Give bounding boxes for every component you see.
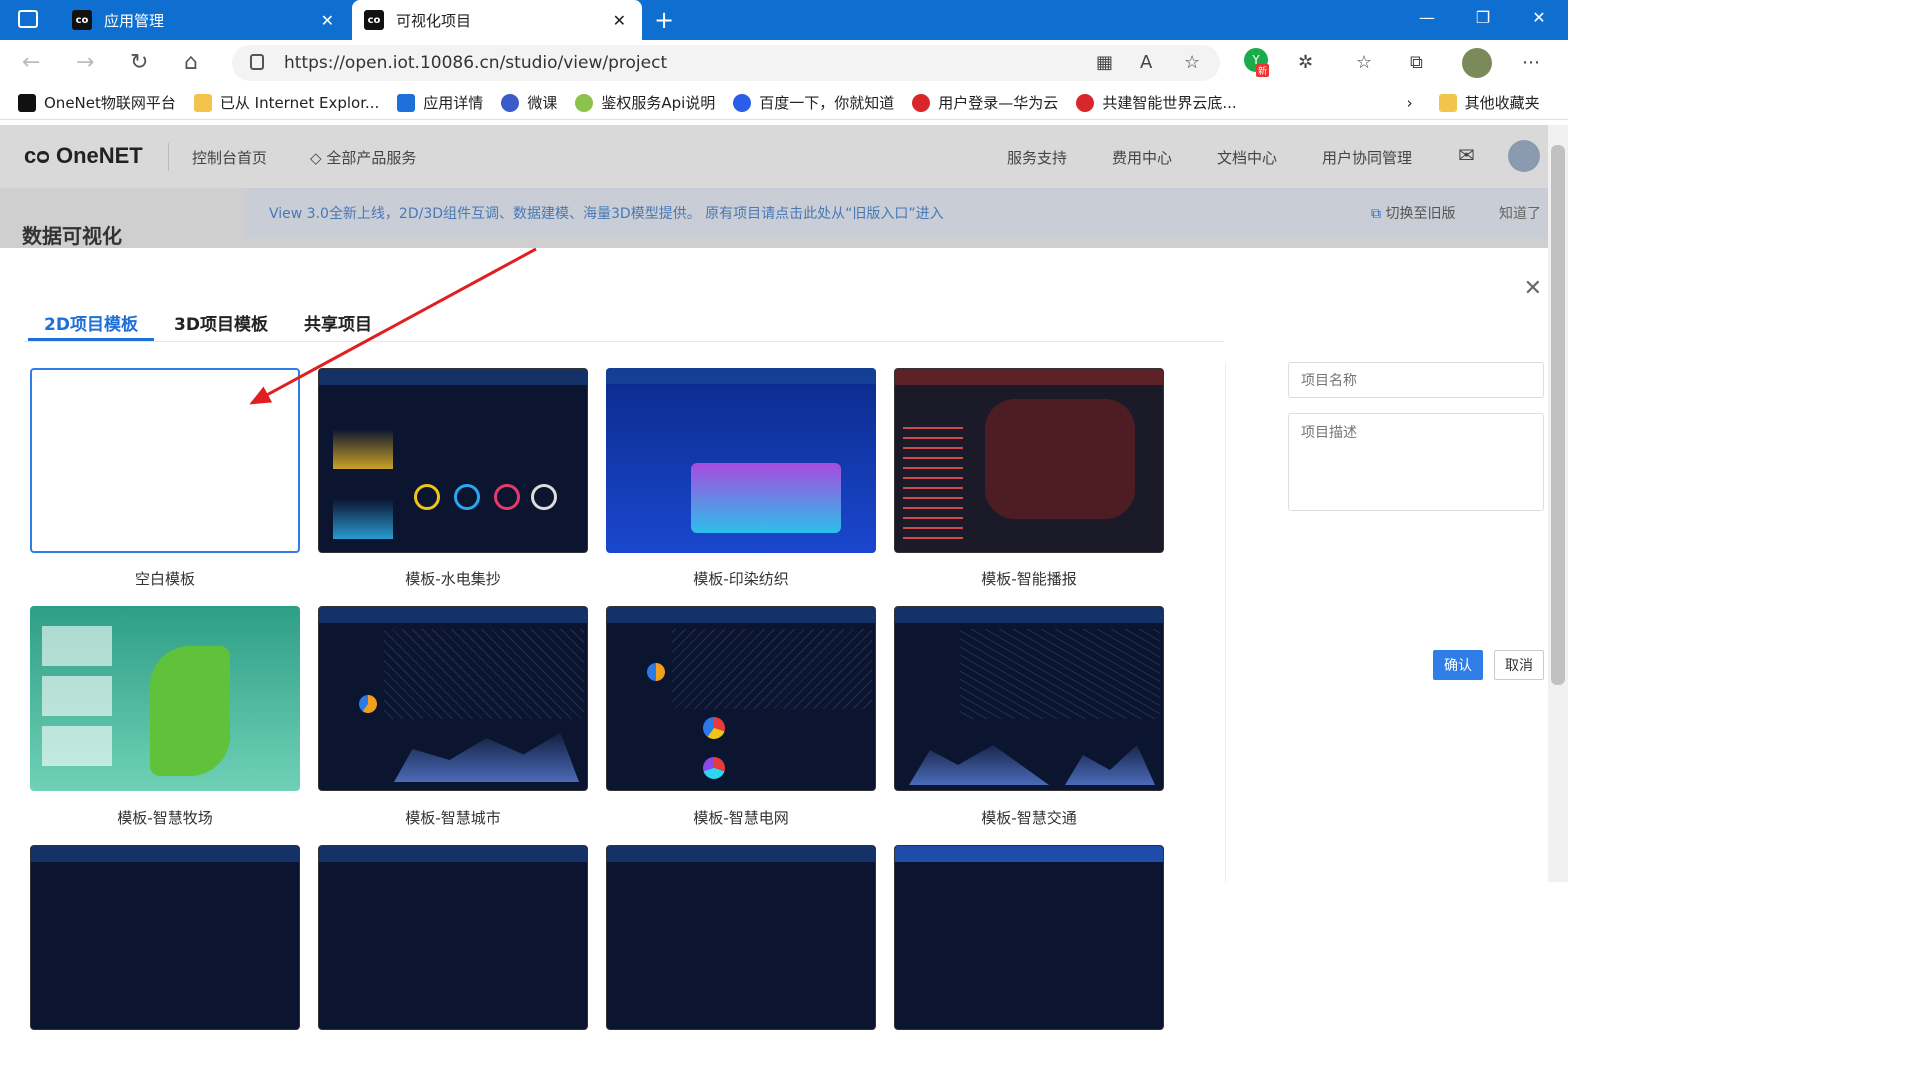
baidu-icon	[733, 93, 752, 112]
more-menu-icon[interactable]: ⋯	[1522, 52, 1540, 73]
scrollbar-thumb[interactable]	[1551, 145, 1565, 685]
onenet-favicon-icon: co	[72, 10, 92, 30]
annotation-arrow	[249, 247, 537, 405]
close-tab-icon[interactable]: ✕	[321, 11, 334, 30]
url-text: https://open.iot.10086.cn/studio/view/pr…	[284, 53, 668, 73]
forward-icon[interactable]: →	[76, 50, 94, 75]
bookmark-item[interactable]: 百度一下，你就知道	[733, 92, 894, 113]
lock-icon	[250, 54, 264, 70]
bookmarks-bar: OneNet物联网平台 已从 Internet Explor... 应用详情 微…	[0, 86, 1568, 120]
home-icon[interactable]: ⌂	[184, 50, 198, 75]
bookmark-item[interactable]: OneNet物联网平台	[18, 92, 176, 113]
collections-icon[interactable]: ⧉	[1410, 52, 1423, 73]
app-available-icon[interactable]: ▦	[1096, 52, 1113, 73]
minimize-icon[interactable]: —	[1412, 8, 1442, 27]
tab-visual-project[interactable]: co 可视化项目 ✕	[352, 0, 642, 40]
read-aloud-icon[interactable]: A	[1140, 52, 1152, 73]
folder-icon	[193, 93, 212, 112]
bookmark-item[interactable]: 鉴权服务Api说明	[575, 92, 715, 113]
chevron-right-icon[interactable]: ›	[1407, 94, 1413, 112]
huawei-icon	[1076, 93, 1095, 112]
url-field[interactable]: https://open.iot.10086.cn/studio/view/pr…	[232, 45, 1220, 81]
folder-icon	[1438, 93, 1457, 112]
huawei-icon	[912, 93, 931, 112]
bookmark-item[interactable]: 共建智能世界云底...	[1076, 92, 1237, 113]
leaf-icon	[575, 93, 594, 112]
arrow-line	[249, 247, 537, 405]
other-bookmarks[interactable]: 其他收藏夹	[1438, 92, 1540, 113]
tab-label: 可视化项目	[396, 11, 472, 30]
new-badge: 新	[1256, 64, 1270, 77]
tab-actions-icon[interactable]	[18, 10, 38, 28]
onenet-icon	[18, 93, 36, 112]
bookmark-item[interactable]: 用户登录—华为云	[912, 92, 1058, 113]
refresh-icon[interactable]: ↻	[130, 50, 148, 75]
address-toolbar: ← → ↻ ⌂ https://open.iot.10086.cn/studio…	[0, 40, 1568, 86]
new-tab-icon[interactable]: +	[654, 6, 674, 34]
back-icon[interactable]: ←	[22, 50, 40, 75]
mooc-icon	[501, 93, 520, 112]
profile-avatar[interactable]	[1462, 48, 1492, 78]
tab-label: 应用管理	[104, 11, 165, 30]
bookmark-item[interactable]: 已从 Internet Explor...	[193, 92, 379, 113]
browser-titlebar: co 应用管理 ✕ co 可视化项目 ✕ + — ❐ ✕	[0, 0, 1568, 40]
bookmark-item[interactable]: 应用详情	[397, 92, 483, 113]
favorite-star-icon[interactable]: ☆	[1184, 52, 1200, 73]
onenet-favicon-icon: co	[364, 10, 384, 30]
close-tab-icon[interactable]: ✕	[613, 11, 626, 30]
restore-icon[interactable]: ❐	[1468, 8, 1498, 27]
close-window-icon[interactable]: ✕	[1524, 8, 1554, 27]
extensions-puzzle-icon[interactable]: ✲	[1298, 52, 1313, 73]
tab-app-management[interactable]: co 应用管理 ✕	[60, 0, 350, 40]
onenet-icon	[397, 93, 416, 112]
favorites-icon[interactable]: ☆	[1356, 52, 1372, 73]
bookmark-item[interactable]: 微课	[501, 92, 557, 113]
page-content: cᴑ OneNET 控制台首页 ◇ 全部产品服务 服务支持 费用中心 文档中心 …	[0, 125, 1568, 1030]
